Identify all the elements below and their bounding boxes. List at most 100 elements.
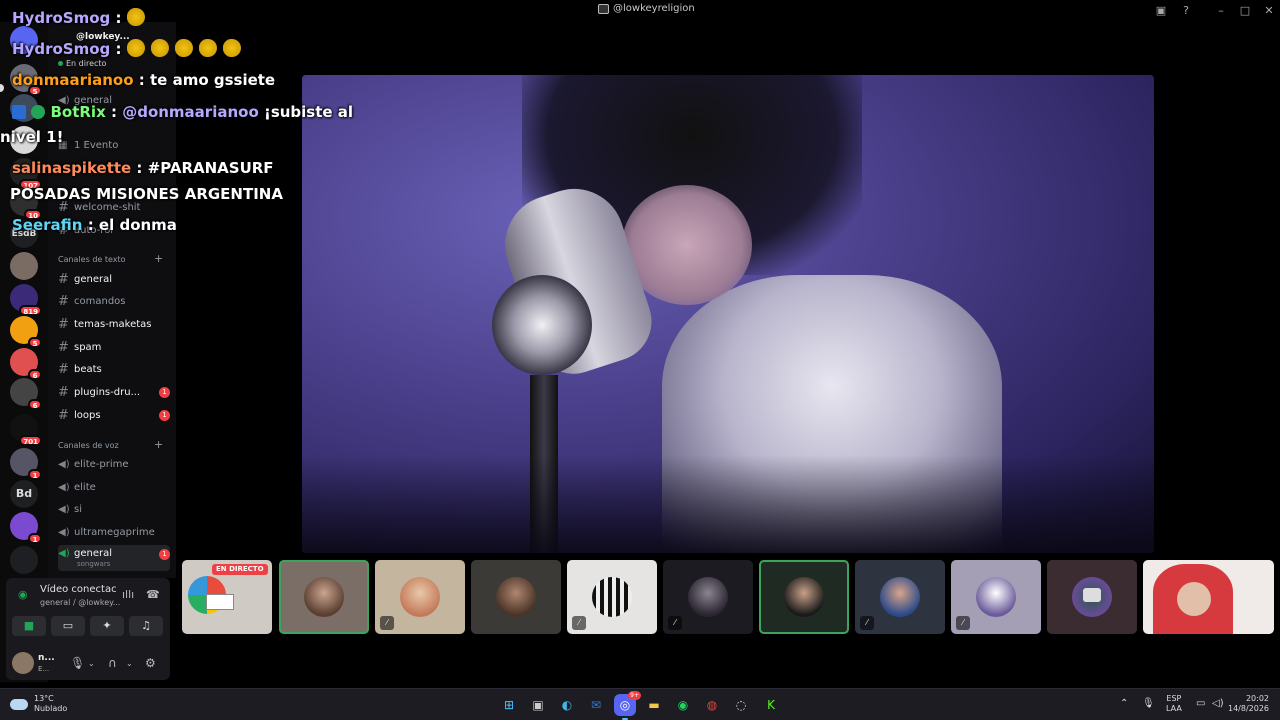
gear-icon[interactable]: ⚙ bbox=[145, 656, 156, 670]
activities-icon[interactable]: ✦ bbox=[90, 616, 124, 636]
server-icon[interactable]: 6 bbox=[10, 378, 42, 410]
spotify-icon[interactable]: ◉ bbox=[672, 694, 694, 716]
participant-tile[interactable]: ⁄ bbox=[663, 560, 753, 634]
muted-icon: ⁄ bbox=[572, 616, 586, 630]
main-video-stream[interactable] bbox=[302, 75, 1154, 553]
participant-tile[interactable] bbox=[1047, 560, 1137, 634]
category-voice-channels[interactable]: Canales de voz bbox=[58, 441, 119, 450]
obs-icon[interactable]: ◌ bbox=[730, 694, 752, 716]
voice-channel-ultramegaprime[interactable]: ◀) ultramegaprime bbox=[58, 522, 170, 542]
channel-status: songwars bbox=[77, 560, 111, 568]
weather-widget[interactable]: 13°C Nublado bbox=[10, 694, 67, 714]
windows-start-icon[interactable]: ⊞ bbox=[498, 694, 520, 716]
participant-tile[interactable]: ⁄ bbox=[855, 560, 945, 634]
chevron-down-icon[interactable]: ⌄ bbox=[126, 659, 133, 668]
language-indicator[interactable]: ESP LAA bbox=[1166, 694, 1182, 714]
channel-loops[interactable]: # loops 1 bbox=[58, 405, 170, 425]
participant-avatar bbox=[592, 577, 632, 617]
participant-tile[interactable] bbox=[279, 560, 369, 634]
disconnect-icon[interactable]: ☎ bbox=[146, 588, 160, 601]
voice-channel-si[interactable]: ◀) si bbox=[58, 499, 170, 519]
server-icon[interactable] bbox=[10, 546, 38, 574]
participant-avatar bbox=[688, 577, 728, 617]
server-icon[interactable]: Bd bbox=[10, 480, 38, 508]
keyboard-layout: LAA bbox=[1166, 704, 1182, 713]
server-icon[interactable]: 819 bbox=[10, 284, 42, 316]
speaker-icon: ◀) bbox=[58, 526, 70, 538]
live-indicator: En directo bbox=[58, 59, 106, 68]
voice-channel-general[interactable]: ◀) general songwars 1 bbox=[58, 545, 170, 571]
chat-username: Seerafin bbox=[12, 216, 83, 234]
clap-emoji-icon bbox=[150, 39, 169, 57]
minimize-icon[interactable]: – bbox=[1212, 2, 1230, 20]
server-icon[interactable]: 1 bbox=[10, 512, 42, 544]
speaker-icon: ◀) bbox=[58, 503, 70, 515]
chat-text: nivel 1! bbox=[0, 128, 64, 146]
channel-temas-maketas[interactable]: # temas-maketas bbox=[58, 314, 170, 334]
outlook-icon[interactable]: ✉ bbox=[585, 694, 607, 716]
soundboard-icon[interactable]: ♫ bbox=[129, 616, 163, 636]
channel-plugins[interactable]: # plugins-dru... 1 bbox=[58, 382, 170, 402]
close-icon[interactable]: ✕ bbox=[1260, 2, 1278, 20]
microphone-icon[interactable]: 🎙 bbox=[70, 656, 85, 670]
camera-icon[interactable]: ■ bbox=[12, 616, 46, 636]
kick-icon[interactable]: K bbox=[760, 694, 782, 716]
network-icon[interactable]: ▭ bbox=[1196, 698, 1205, 709]
category-text-channels[interactable]: Canales de texto bbox=[58, 255, 126, 264]
help-icon[interactable]: ? bbox=[1177, 2, 1195, 20]
channel-label: si bbox=[74, 503, 82, 515]
channel-general[interactable]: # general bbox=[58, 269, 170, 289]
clap-emoji-icon bbox=[222, 39, 241, 57]
participant-tile[interactable] bbox=[1143, 560, 1274, 634]
voice-location[interactable]: general / @lowkey... bbox=[40, 598, 120, 607]
server-icon[interactable]: 5 bbox=[10, 316, 42, 348]
cloud-icon bbox=[10, 698, 28, 710]
channel-beats[interactable]: # beats bbox=[58, 359, 170, 379]
add-channel-icon[interactable]: + bbox=[154, 438, 163, 451]
add-channel-icon[interactable]: + bbox=[154, 252, 163, 265]
server-icon[interactable]: 1 bbox=[10, 448, 42, 480]
participant-tile[interactable] bbox=[471, 560, 561, 634]
event-item[interactable]: ▦ 1 Evento bbox=[58, 135, 170, 155]
screenshare-icon[interactable]: ▭ bbox=[51, 616, 85, 636]
channel-comandos[interactable]: # comandos bbox=[58, 291, 170, 311]
clap-emoji-icon bbox=[198, 39, 217, 57]
voice-channel-elite[interactable]: ◀) elite bbox=[58, 477, 170, 497]
server-icon[interactable]: 6 bbox=[10, 348, 42, 380]
microphone-icon[interactable]: 🎙 bbox=[1142, 698, 1155, 709]
server-icon[interactable]: 701 bbox=[10, 414, 42, 446]
channel-label: spam bbox=[74, 341, 102, 353]
muted-icon: ⁄ bbox=[860, 616, 874, 630]
maximize-icon[interactable]: □ bbox=[1236, 2, 1254, 20]
chat-text: te amo gssiete bbox=[150, 71, 276, 89]
volume-icon[interactable]: ◁) bbox=[1212, 698, 1224, 709]
chat-message: Seerafin : el donma bbox=[12, 216, 177, 234]
participant-tile[interactable]: ⁄ bbox=[951, 560, 1041, 634]
noise-suppression-icon[interactable]: ıllı bbox=[122, 588, 134, 601]
inbox-icon[interactable]: ▣ bbox=[1152, 2, 1170, 20]
participant-tile-stream[interactable]: EN DIRECTO bbox=[182, 560, 272, 634]
chrome-icon[interactable]: ◍ bbox=[701, 694, 723, 716]
headphones-icon[interactable]: ∩ bbox=[108, 656, 117, 670]
stream-thumbnail-card bbox=[206, 594, 234, 610]
chevron-up-icon[interactable]: ⌃ bbox=[1120, 698, 1128, 709]
discord-icon[interactable]: ◎ 9+ bbox=[614, 691, 641, 716]
participant-tile[interactable]: ⁄ bbox=[375, 560, 465, 634]
channel-spam[interactable]: # spam bbox=[58, 337, 170, 357]
connection-icon[interactable]: ◉ bbox=[18, 588, 28, 601]
task-view-icon[interactable]: ▣ bbox=[527, 694, 549, 716]
edge-icon[interactable]: ◐ bbox=[556, 694, 578, 716]
file-explorer-icon[interactable]: ▬ bbox=[643, 694, 665, 716]
participant-tile[interactable]: ⁄ bbox=[567, 560, 657, 634]
chevron-down-icon[interactable]: ⌄ bbox=[88, 659, 95, 668]
title-bar: @lowkeyreligion ▣ ? – □ ✕ bbox=[0, 0, 1280, 22]
voice-channel-elite-prime[interactable]: ◀) elite-prime bbox=[58, 454, 170, 474]
chat-username: HydroSmog bbox=[12, 40, 111, 58]
clock[interactable]: 20:02 14/8/2026 bbox=[1228, 694, 1269, 714]
voice-connected-label: Vídeo conectac bbox=[40, 584, 117, 595]
avatar[interactable] bbox=[12, 652, 34, 674]
chat-message: BotRix : @donmaarianoo ¡subiste al bbox=[12, 103, 353, 121]
channel-label: loops bbox=[74, 409, 101, 421]
server-icon[interactable] bbox=[10, 252, 38, 280]
participant-tile[interactable] bbox=[759, 560, 849, 634]
